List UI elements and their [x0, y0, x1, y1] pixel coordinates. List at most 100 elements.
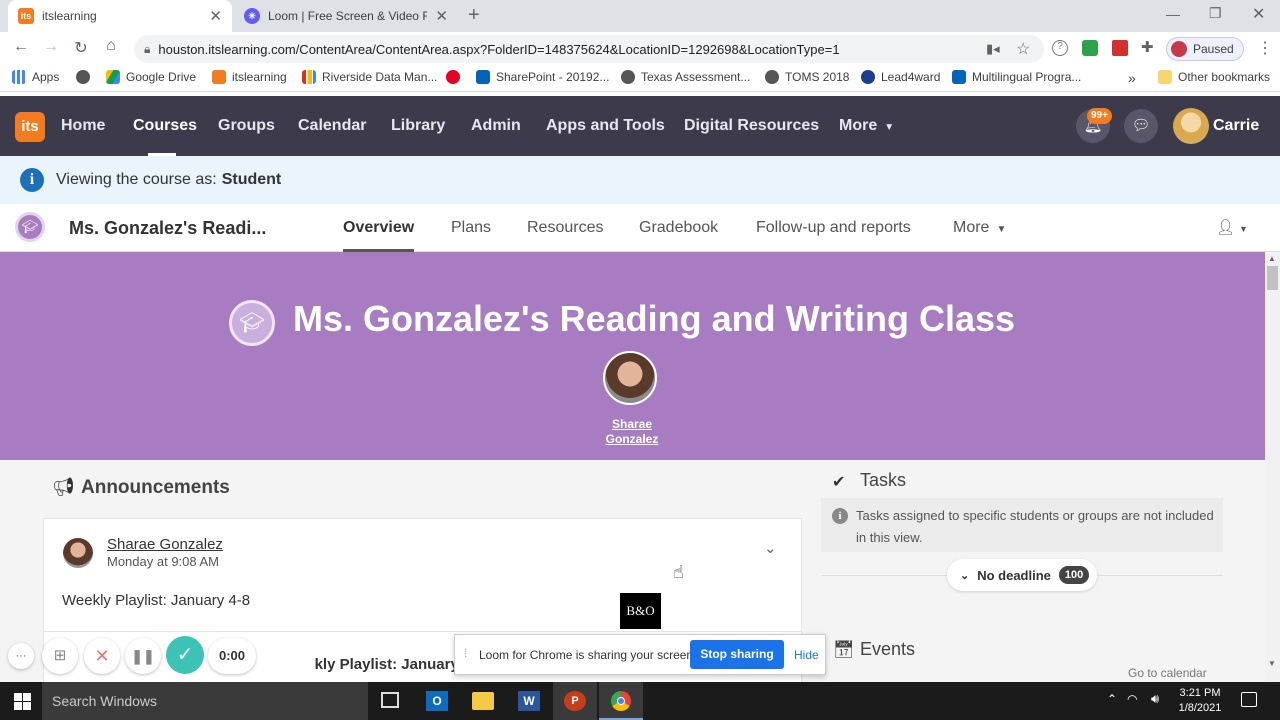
scroll-up-icon[interactable]: ▲	[1268, 254, 1276, 263]
pdf-extension-icon[interactable]	[1112, 40, 1128, 56]
caret-down-icon: ▼	[884, 122, 895, 133]
profile-status: Paused	[1193, 42, 1234, 56]
camera-icon[interactable]: ▮◂	[986, 41, 1000, 57]
loom-draw-icon[interactable]: ⊞	[42, 638, 78, 674]
nav-groups[interactable]: Groups	[218, 96, 275, 156]
loom-cancel-icon[interactable]: ✕	[84, 638, 120, 674]
go-to-calendar-link[interactable]: Go to calendar	[1128, 666, 1207, 680]
nav-library[interactable]: Library	[391, 96, 445, 156]
tab-resources[interactable]: Resources	[527, 204, 603, 252]
star-icon[interactable]: ☆	[1016, 39, 1030, 59]
globe-icon	[621, 70, 635, 84]
reload-icon[interactable]: ↻	[66, 38, 96, 58]
tasks-info-box: i Tasks assigned to specific students or…	[821, 498, 1223, 552]
pinterest-icon	[446, 70, 460, 84]
author-avatar[interactable]	[63, 538, 93, 568]
home-icon[interactable]: ⌂	[96, 37, 126, 55]
bookmark-riverside[interactable]: Riverside Data Man...	[302, 70, 437, 84]
close-icon[interactable]: ✕	[209, 7, 222, 25]
restore-icon[interactable]: ❐	[1209, 5, 1222, 22]
scrollbar-thumb[interactable]	[1267, 266, 1278, 290]
address-bar[interactable]: 🔒︎ houston.itslearning.com/ContentArea/C…	[134, 35, 1044, 63]
bookmark-globe[interactable]	[76, 70, 90, 84]
chevron-down-icon[interactable]: ⌄	[764, 539, 777, 557]
user-avatar[interactable]	[1173, 108, 1209, 144]
profile-button[interactable]: Paused	[1166, 37, 1244, 61]
hide-button[interactable]: Hide	[794, 648, 819, 662]
volume-icon[interactable]: 🔊︎	[1151, 691, 1159, 707]
stop-sharing-button[interactable]: Stop sharing	[690, 640, 784, 669]
notification-center-icon[interactable]	[1241, 692, 1257, 707]
close-icon[interactable]: ✕	[435, 7, 448, 25]
bookmark-google-drive[interactable]: Google Drive	[106, 70, 196, 84]
bookmark-multilingual[interactable]: Multilingual Progra...	[952, 70, 1081, 84]
tab-more[interactable]: More ▼	[953, 204, 1006, 252]
windows-start-icon[interactable]	[14, 693, 31, 710]
nav-apps-and-tools[interactable]: Apps and Tools	[546, 96, 665, 156]
help-extension-icon[interactable]: ?	[1052, 40, 1068, 56]
tab-follow-up-and-reports[interactable]: Follow-up and reports	[756, 204, 911, 252]
nav-calendar[interactable]: Calendar	[298, 96, 366, 156]
outlook-icon[interactable]: O	[426, 691, 448, 711]
forward-arrow-icon[interactable]: →	[36, 38, 66, 56]
info-icon: i	[832, 508, 848, 524]
back-arrow-icon[interactable]: ←	[6, 38, 36, 56]
events-heading: Events	[860, 639, 916, 659]
clock-date: 1/8/2021	[1178, 702, 1222, 714]
loom-more-button[interactable]: ···	[8, 643, 34, 669]
page-scrollbar[interactable]: ▲ ▼	[1265, 252, 1280, 682]
nav-home[interactable]: Home	[61, 96, 105, 156]
puzzle-icon[interactable]: ✚	[1141, 38, 1154, 56]
chrome-icon[interactable]	[611, 691, 631, 711]
minimize-icon[interactable]: —	[1166, 6, 1180, 22]
tab-gradebook[interactable]: Gradebook	[639, 204, 718, 252]
browser-tab-itslearning[interactable]: its itslearning ✕	[8, 0, 232, 32]
user-role-menu-icon[interactable]: 👤︎ ▼	[1216, 218, 1248, 236]
bookmark-texas-assessment[interactable]: Texas Assessment...	[621, 70, 750, 84]
task-view-icon[interactable]	[381, 692, 399, 708]
no-deadline-filter[interactable]: ⌄ No deadline 100	[947, 559, 1097, 591]
bookmark-sharepoint[interactable]: SharePoint - 20192...	[476, 70, 609, 84]
powerpoint-icon[interactable]: P	[564, 691, 586, 711]
course-short-title[interactable]: Ms. Gonzalez's Readi...	[69, 218, 266, 239]
bookmarks-overflow-button[interactable]: »	[1128, 70, 1136, 86]
teacher-name-link[interactable]: Sharae Gonzalez	[590, 417, 674, 447]
clock[interactable]: 3:21 PM 1/8/2021	[1172, 686, 1228, 716]
bookmark-itslearning[interactable]: itslearning	[212, 70, 287, 84]
scroll-down-icon[interactable]: ▼	[1268, 659, 1276, 668]
green-extension-icon[interactable]	[1082, 40, 1098, 56]
nav-courses[interactable]: Courses	[133, 96, 197, 156]
drag-handle-icon[interactable]: ⁞	[464, 646, 467, 660]
teacher-avatar[interactable]	[603, 351, 657, 405]
loom-pause-icon[interactable]: ❚❚	[125, 638, 161, 674]
wifi-icon[interactable]: ◠	[1127, 692, 1137, 706]
bookmark-toms[interactable]: TOMS 2018	[765, 70, 849, 84]
browser-tab-loom[interactable]: ✳ Loom | Free Screen & Video Reco ✕	[234, 0, 458, 32]
tab-plans[interactable]: Plans	[451, 204, 491, 252]
bo-logo: B&O	[620, 593, 661, 629]
file-explorer-icon[interactable]	[472, 692, 494, 710]
tab-overview[interactable]: Overview	[343, 204, 415, 252]
bookmark-pinterest[interactable]	[446, 70, 460, 84]
new-tab-button[interactable]: +	[468, 4, 480, 27]
nav-admin[interactable]: Admin	[471, 96, 521, 156]
chat-icon[interactable]: 💬︎	[1124, 109, 1158, 143]
menu-dots-icon[interactable]: ⋮	[1257, 38, 1273, 58]
user-name[interactable]: Carrie	[1213, 96, 1259, 156]
windows-taskbar: Search Windows O W P ⌃ ◠ 🔊︎ 3:21 PM 1/8/…	[0, 682, 1280, 720]
bookmark-lead4ward[interactable]: Lead4ward	[861, 70, 940, 84]
loom-finish-icon[interactable]: ✓	[166, 636, 204, 674]
word-icon[interactable]: W	[518, 691, 540, 711]
folder-icon	[1158, 70, 1172, 84]
other-bookmarks[interactable]: Other bookmarks	[1158, 70, 1270, 84]
announcement-author[interactable]: Sharae Gonzalez	[107, 536, 223, 553]
graduation-cap-icon: 🎓︎	[15, 212, 45, 242]
nav-digital-resources[interactable]: Digital Resources	[684, 96, 819, 156]
nav-more[interactable]: More ▼	[839, 96, 894, 156]
close-window-icon[interactable]: ✕	[1252, 4, 1265, 24]
windows-search-box[interactable]: Search Windows	[42, 682, 368, 720]
tray-overflow-icon[interactable]: ⌃	[1107, 692, 1117, 706]
its-logo[interactable]: its	[15, 112, 45, 142]
bookmark-apps[interactable]: Apps	[12, 70, 59, 84]
drive-icon	[106, 70, 120, 84]
